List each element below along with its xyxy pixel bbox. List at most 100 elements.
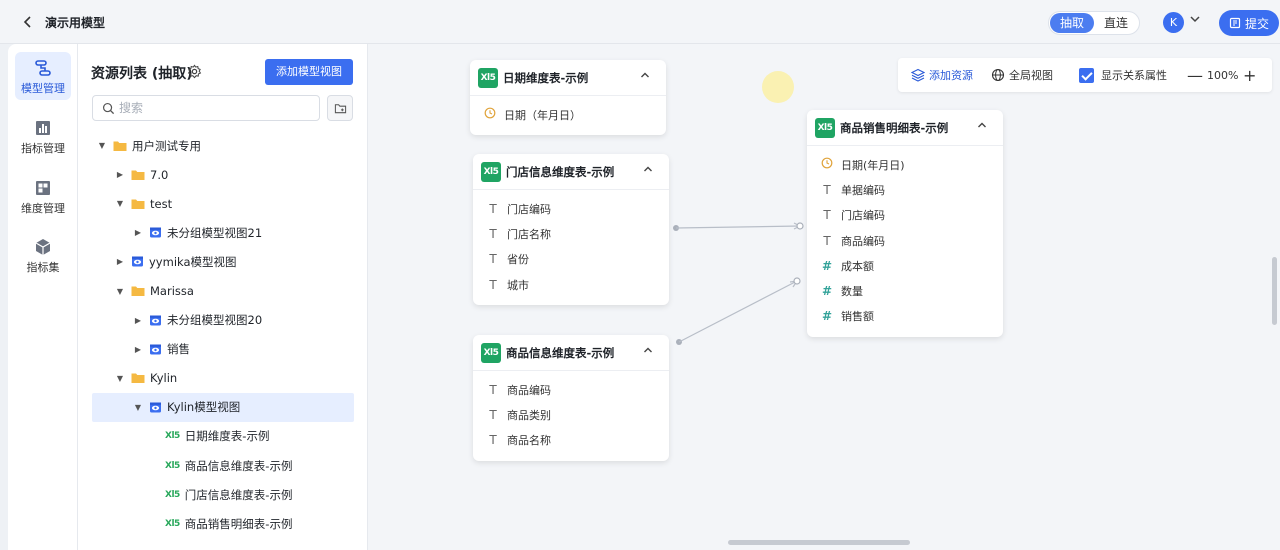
caret-right-icon[interactable]: ▶ — [133, 228, 143, 237]
tree-item[interactable]: ▼ test — [92, 189, 354, 218]
add-model-view-button[interactable]: 添加模型视图 — [265, 59, 353, 85]
chevron-up-icon[interactable] — [643, 346, 653, 357]
field-row[interactable]: T 城市 — [473, 272, 669, 297]
field-name: 单据编码 — [841, 183, 885, 197]
text-type-icon: T — [489, 407, 497, 422]
model-view-icon — [132, 256, 143, 267]
table-card-title: 门店信息维度表-示例 — [506, 164, 615, 179]
field-row[interactable]: T 门店编码 — [807, 203, 1003, 228]
horizontal-scrollbar[interactable] — [728, 540, 910, 545]
xls-icon: Xl5 — [481, 342, 501, 363]
chevron-down-icon[interactable] — [1189, 14, 1201, 27]
nav-metric-management[interactable]: 指标管理 — [15, 112, 71, 160]
field-name: 成本额 — [841, 259, 874, 273]
cube-icon — [35, 239, 51, 255]
caret-down-icon[interactable]: ▼ — [133, 403, 143, 412]
table-card-sales[interactable]: Xl5 商品销售明细表-示例 日期(年月日) T 单据编码 T 门店编码 T 商品编码 # 成本额 #… — [807, 110, 1003, 338]
tree-item[interactable]: ▶ yymika模型视图 — [92, 247, 354, 276]
field-row[interactable]: # 销售额 — [807, 304, 1003, 329]
field-row[interactable]: T 商品编码 — [473, 377, 669, 402]
nav-dimension-management[interactable]: 维度管理 — [15, 172, 71, 220]
mode-extract-option[interactable]: 抽取 — [1050, 13, 1094, 33]
caret-right-icon[interactable]: ▶ — [115, 170, 125, 179]
caret-right-icon[interactable]: ▶ — [133, 316, 143, 325]
gear-icon[interactable] — [187, 64, 202, 79]
tree-item[interactable]: ▼ 用户测试专用 — [92, 131, 354, 160]
field-row[interactable]: T 省份 — [473, 247, 669, 272]
field-row[interactable]: T 门店名称 — [473, 221, 669, 246]
field-row[interactable]: 日期(年月日) — [807, 152, 1003, 177]
xls-icon: Xl5 — [815, 117, 835, 138]
model-view-icon — [150, 315, 161, 326]
field-row[interactable]: # 数量 — [807, 278, 1003, 303]
caret-down-icon[interactable]: ▼ — [97, 141, 107, 150]
field-row[interactable]: T 门店编码 — [473, 196, 669, 221]
field-row[interactable]: T 商品名称 — [473, 428, 669, 453]
tree-item[interactable]: Xl5 商品信息维度表-示例 — [92, 451, 354, 480]
table-card-date[interactable]: Xl5 日期维度表-示例日期（年月日） — [470, 60, 666, 136]
caret-down-icon[interactable]: ▼ — [115, 374, 125, 383]
tree-item[interactable]: ▼ Marissa — [92, 276, 354, 305]
field-name: 商品编码 — [507, 383, 551, 397]
back-arrow-icon[interactable] — [20, 14, 36, 30]
table-card-header[interactable]: Xl5 日期维度表-示例 — [470, 60, 666, 96]
vertical-scrollbar[interactable] — [1272, 257, 1277, 325]
field-row[interactable]: T 商品类别 — [473, 402, 669, 427]
submit-label: 提交 — [1244, 16, 1269, 31]
tree-item-label: 销售 — [167, 342, 190, 357]
user-avatar[interactable]: K — [1163, 12, 1184, 33]
xls-icon: Xl5 — [165, 489, 180, 500]
table-card-header[interactable]: Xl5 门店信息维度表-示例 — [473, 154, 669, 190]
show-relation-toggle[interactable]: 显示关系属性 — [1079, 67, 1167, 83]
tree-item[interactable]: Xl5 商品销售明细表-示例 — [92, 509, 354, 538]
table-card-header[interactable]: Xl5 商品销售明细表-示例 — [807, 110, 1003, 146]
chevron-up-icon[interactable] — [640, 71, 650, 82]
tree-item[interactable]: ▶ 7.0 — [92, 160, 354, 189]
table-card-store[interactable]: Xl5 门店信息维度表-示例 T 门店编码 T 门店名称 T 省份 T 城市 — [473, 154, 669, 306]
field-row[interactable]: # 成本额 — [807, 253, 1003, 278]
nav-label: 指标管理 — [21, 142, 65, 155]
chevron-up-icon[interactable] — [977, 121, 987, 132]
caret-down-icon[interactable]: ▼ — [115, 199, 125, 208]
tree-item[interactable]: Xl5 日期维度表-示例 — [92, 422, 354, 451]
chevron-up-icon[interactable] — [643, 165, 653, 176]
relation-store-sales[interactable] — [673, 222, 804, 231]
tree-item[interactable]: ▶ 未分组模型视图21 — [92, 218, 354, 247]
nav-metric-set[interactable]: 指标集 — [15, 231, 71, 279]
field-row[interactable]: 日期（年月日） — [470, 102, 666, 127]
add-folder-button[interactable] — [327, 95, 353, 121]
submit-button[interactable]: 提交 — [1219, 10, 1279, 36]
field-row[interactable]: T 商品编码 — [807, 228, 1003, 253]
tree-item-label: 商品信息维度表-示例 — [184, 458, 293, 473]
mode-direct-option[interactable]: 直连 — [1094, 13, 1138, 33]
page-title: 演示用模型 — [45, 16, 106, 30]
tree-item[interactable]: ▶ 未分组模型视图20 — [92, 306, 354, 335]
tree-item[interactable]: ▼ Kylin — [92, 364, 354, 393]
caret-right-icon[interactable]: ▶ — [133, 345, 143, 354]
table-card-header[interactable]: Xl5 商品信息维度表-示例 — [473, 335, 669, 371]
mode-switch[interactable]: 抽取 直连 — [1048, 11, 1140, 35]
tree-item[interactable]: Xl5 门店信息维度表-示例 — [92, 480, 354, 509]
caret-down-icon[interactable]: ▼ — [115, 287, 125, 296]
nav-model-management[interactable]: 模型管理 — [15, 52, 71, 100]
zoom-in-icon[interactable]: + — [1243, 66, 1256, 85]
folder-icon — [131, 170, 145, 180]
show-relation-checkbox[interactable] — [1079, 67, 1094, 83]
relation-product-sales[interactable] — [676, 277, 801, 345]
table-card-product[interactable]: Xl5 商品信息维度表-示例 T 商品编码 T 商品类别 T 商品名称 — [473, 335, 669, 461]
zoom-out-icon[interactable]: — — [1187, 66, 1203, 85]
search-input[interactable] — [119, 99, 314, 117]
field-name: 省份 — [507, 253, 529, 267]
field-name: 商品编码 — [841, 234, 885, 248]
resource-panel: 资源列表 (抽取) 添加模型视图 ▼ 用户测试专用 ▶ 7.0 ▼ test ▶ 未分组模型视… — [78, 44, 442, 550]
text-type-icon: T — [823, 208, 831, 223]
tree-item[interactable]: ▶ 销售 — [92, 335, 354, 364]
add-resource-button[interactable]: 添加资源 — [911, 67, 973, 83]
global-view-button[interactable]: 全局视图 — [991, 67, 1053, 83]
table-card-title: 商品销售明细表-示例 — [840, 120, 949, 135]
top-header: 演示用模型 抽取 直连 K 提交 — [0, 0, 1280, 44]
field-row[interactable]: T 单据编码 — [807, 177, 1003, 202]
tree-item[interactable]: ▼ Kylin模型视图 — [92, 392, 354, 422]
caret-right-icon[interactable]: ▶ — [115, 257, 125, 266]
model-canvas[interactable]: 添加资源 全局视图 显示关系属性 — 100% + Xl5 日期维度表-示例 日期（… — [368, 44, 1280, 550]
